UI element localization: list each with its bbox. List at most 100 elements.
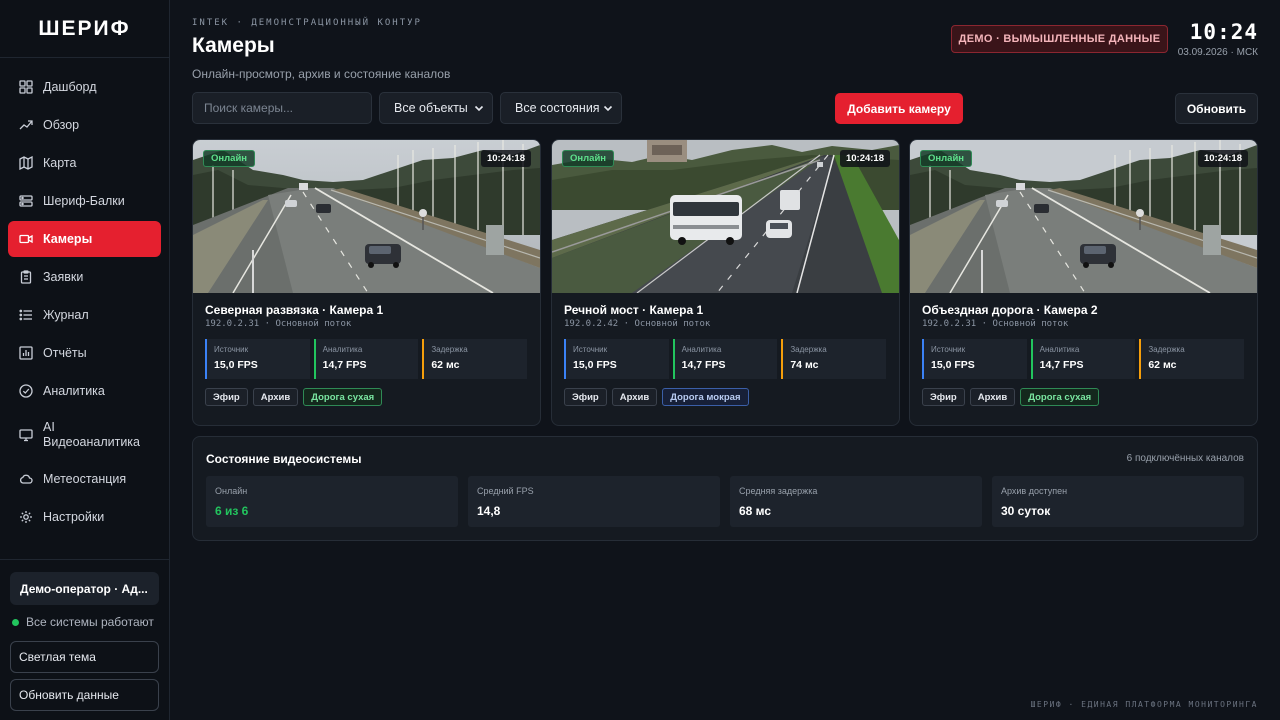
- timestamp-badge: 10:24:18: [480, 150, 531, 167]
- metric-analytics: Аналитика 14,7 FPS: [313, 339, 419, 379]
- page-title: Камеры: [192, 34, 275, 57]
- metric-value: 14,7 FPS: [322, 359, 367, 371]
- camera-name: Речной мост · Камера 1: [564, 303, 704, 317]
- chevron-down-icon: [603, 105, 613, 112]
- metric-label: Задержка: [790, 345, 827, 354]
- cloud-icon: [19, 472, 33, 486]
- list-icon: [19, 308, 33, 322]
- stat-label: Средний FPS: [477, 486, 534, 496]
- camera-meta: 192.0.2.31 · Основной поток: [205, 319, 352, 329]
- live-button[interactable]: Эфир: [205, 388, 248, 406]
- metric-source: Источник 15,0 FPS: [564, 339, 669, 379]
- stat-label: Онлайн: [215, 486, 248, 496]
- stat-archive: Архив доступен 30 суток: [992, 476, 1244, 527]
- metric-analytics: Аналитика 14,7 FPS: [672, 339, 778, 379]
- online-badge: Онлайн: [562, 150, 615, 167]
- check-circle-icon: [19, 384, 33, 398]
- refresh-data-button[interactable]: Обновить данные: [10, 679, 159, 711]
- page-kicker: INTEK · ДЕМОНСТРАЦИОННЫЙ КОНТУР: [192, 18, 422, 28]
- metric-analytics: Аналитика 14,7 FPS: [1030, 339, 1136, 379]
- state-filter-value: Все состояния: [515, 101, 600, 115]
- stat-average-fps: Средний FPS 14,8: [468, 476, 720, 527]
- status-dot-icon: [12, 618, 19, 626]
- camera-name: Северная развязка · Камера 1: [205, 303, 384, 317]
- metric-latency: Задержка 62 мс: [422, 339, 528, 379]
- sidebar-item-settings[interactable]: Настройки: [8, 499, 161, 535]
- camera-preview[interactable]: Онлайн 10:24:18: [193, 140, 540, 293]
- metric-value: 62 мс: [1148, 359, 1177, 371]
- sidebar-item-label: Журнал: [43, 307, 89, 322]
- camera-card[interactable]: Онлайн 10:24:18 Речной мост · Камера 1 1…: [551, 139, 900, 426]
- chevron-down-icon: [474, 105, 484, 112]
- sidebar-item-reports[interactable]: Отчёты: [8, 335, 161, 371]
- metric-value: 14,7 FPS: [681, 359, 726, 371]
- map-icon: [19, 156, 33, 170]
- archive-button[interactable]: Архив: [252, 388, 299, 406]
- sidebar: ШЕРИФ Дашборд Обзор Карта Шериф-Балки Ка…: [0, 0, 170, 720]
- bar-chart-icon: [19, 346, 33, 360]
- sidebar-item-requests[interactable]: Заявки: [8, 259, 161, 295]
- metric-value: 15,0 FPS: [573, 359, 617, 371]
- live-button[interactable]: Эфир: [564, 388, 607, 406]
- state-filter-select[interactable]: Все состояния: [500, 92, 622, 124]
- stat-label: Архив доступен: [1001, 486, 1068, 496]
- camera-preview[interactable]: Онлайн 10:24:18: [552, 140, 899, 293]
- sidebar-item-label: Отчёты: [43, 345, 87, 360]
- camera-preview[interactable]: Онлайн 10:24:18: [910, 140, 1257, 293]
- user-menu[interactable]: Демо-оператор · Ад...: [10, 572, 159, 605]
- system-status-text: Все системы работают: [26, 615, 154, 629]
- sidebar-footer: Демо-оператор · Ад... Все системы работа…: [0, 559, 170, 720]
- sidebar-item-label: Аналитика: [43, 383, 105, 398]
- archive-button[interactable]: Архив: [611, 388, 658, 406]
- camera-tags: Эфир Архив Дорога мокрая: [564, 388, 749, 406]
- server-icon: [19, 194, 33, 208]
- sidebar-item-label: Заявки: [43, 269, 84, 284]
- camera-card[interactable]: Онлайн 10:24:18 Северная развязка · Каме…: [192, 139, 541, 426]
- sidebar-item-cameras[interactable]: Камеры: [8, 221, 161, 257]
- stat-average-latency: Средняя задержка 68 мс: [730, 476, 982, 527]
- metric-label: Источник: [573, 345, 608, 354]
- app-logo[interactable]: ШЕРИФ: [0, 0, 169, 58]
- sidebar-item-journal[interactable]: Журнал: [8, 297, 161, 333]
- stat-value: 68 мс: [739, 504, 772, 518]
- sidebar-item-analytics[interactable]: Аналитика: [8, 373, 161, 409]
- trend-icon: [19, 118, 33, 132]
- camera-metrics: Источник 15,0 FPS Аналитика 14,7 FPS Задер…: [205, 339, 528, 379]
- sidebar-item-map[interactable]: Карта: [8, 145, 161, 181]
- metric-value: 15,0 FPS: [214, 359, 258, 371]
- camera-metrics: Источник 15,0 FPS Аналитика 14,7 FPS Задер…: [922, 339, 1245, 379]
- sidebar-item-dashboard[interactable]: Дашборд: [8, 69, 161, 105]
- demo-badge: ДЕМО · ВЫМЫШЛЕННЫЕ ДАННЫЕ: [951, 25, 1168, 53]
- metric-value: 62 мс: [431, 359, 460, 371]
- metric-latency: Задержка 62 мс: [1139, 339, 1245, 379]
- sidebar-item-weather[interactable]: Метеостанция: [8, 461, 161, 497]
- metric-latency: Задержка 74 мс: [781, 339, 887, 379]
- metric-value: 74 мс: [790, 359, 819, 371]
- add-camera-button[interactable]: Добавить камеру: [835, 93, 963, 124]
- stat-value: 30 суток: [1001, 504, 1051, 518]
- clipboard-icon: [19, 270, 33, 284]
- metric-label: Источник: [214, 345, 249, 354]
- archive-button[interactable]: Архив: [969, 388, 1016, 406]
- video-system-status: Состояние видеосистемы 6 подключённых ка…: [192, 436, 1258, 541]
- sidebar-item-sherif-balki[interactable]: Шериф-Балки: [8, 183, 161, 219]
- metric-source: Источник 15,0 FPS: [922, 339, 1027, 379]
- metric-label: Источник: [931, 345, 966, 354]
- gear-icon: [19, 510, 33, 524]
- sidebar-item-overview[interactable]: Обзор: [8, 107, 161, 143]
- live-button[interactable]: Эфир: [922, 388, 965, 406]
- objects-filter-value: Все объекты: [394, 101, 468, 115]
- online-badge: Онлайн: [920, 150, 973, 167]
- search-input[interactable]: [192, 92, 372, 124]
- metric-label: Аналитика: [1039, 345, 1080, 354]
- theme-toggle-button[interactable]: Светлая тема: [10, 641, 159, 673]
- refresh-button[interactable]: Обновить: [1175, 93, 1258, 124]
- sidebar-item-label: Камеры: [43, 231, 93, 246]
- sidebar-item-label: Дашборд: [43, 79, 97, 94]
- camera-card[interactable]: Онлайн 10:24:18 Объездная дорога · Камер…: [909, 139, 1258, 426]
- channels-count: 6 подключённых каналов: [1126, 453, 1244, 464]
- footer: ШЕРИФ · ЕДИНАЯ ПЛАТФОРМА МОНИТОРИНГА: [1030, 700, 1258, 709]
- sidebar-item-ai-video[interactable]: AI Видеоаналитика: [8, 411, 161, 459]
- objects-filter-select[interactable]: Все объекты: [379, 92, 493, 124]
- stat-label: Средняя задержка: [739, 486, 818, 496]
